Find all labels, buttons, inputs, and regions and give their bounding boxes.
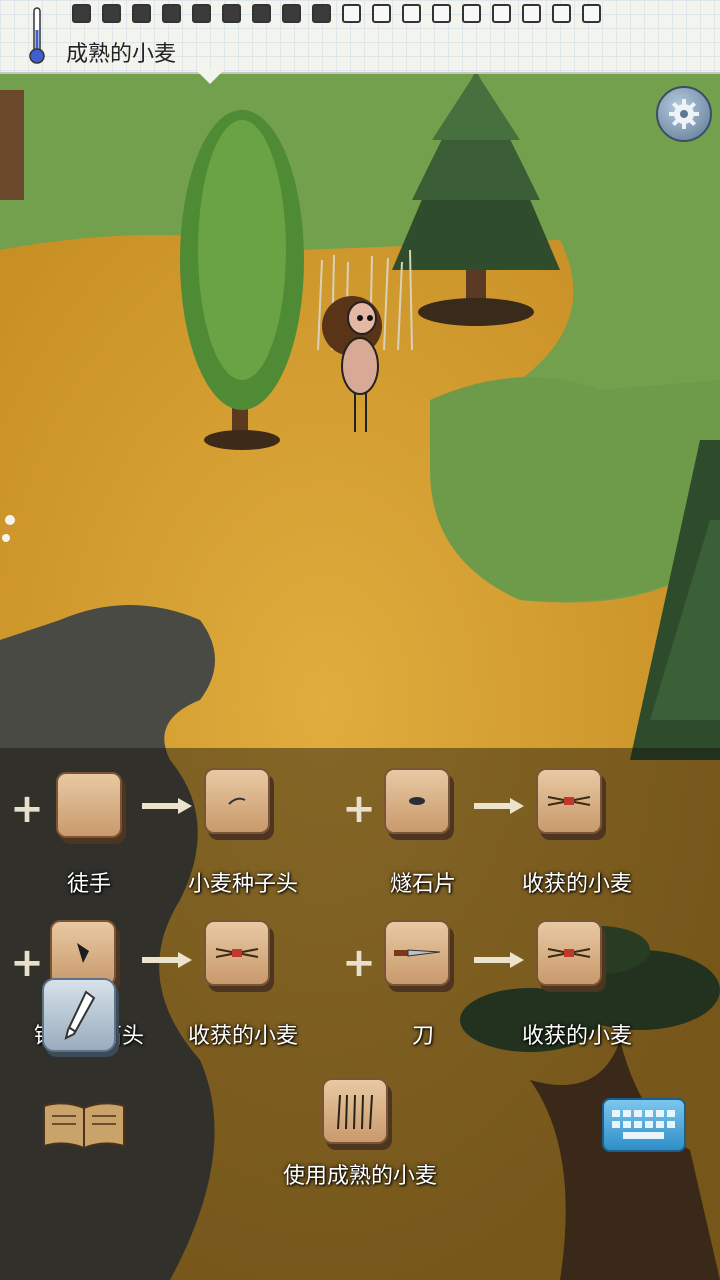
result-card-wheat-seed-head[interactable] (204, 768, 270, 834)
wheat-seed-head-icon (228, 797, 246, 805)
result-card-harvested-wheat[interactable] (204, 920, 270, 986)
pencil-icon (64, 990, 96, 1040)
arrow-right-icon (142, 798, 192, 814)
flint-chip-icon (409, 797, 425, 805)
tool-slot-empty (342, 4, 361, 23)
tool-card-empty-hand[interactable] (56, 772, 122, 838)
tool-slot-empty (522, 4, 541, 23)
thermometer-icon (29, 7, 45, 64)
tool-slot-empty (552, 4, 571, 23)
tool-card-flint-chip[interactable] (384, 768, 450, 834)
recipe-result-label: 收获的小麦 (187, 1024, 298, 1049)
tool-slots (72, 4, 601, 23)
plus-icon: + (10, 940, 44, 986)
recipe-result-label: 收获的小麦 (521, 872, 632, 897)
tool-slot-filled (72, 4, 91, 23)
settings-gear-button[interactable] (656, 86, 712, 142)
result-card-harvested-wheat[interactable] (536, 768, 602, 834)
hover-object-label: 成熟的小麦 (66, 42, 177, 67)
tool-slot-filled (252, 4, 271, 23)
tool-slot-empty (492, 4, 511, 23)
recipe-tool-label: 刀 (411, 1024, 434, 1049)
tree-top-left (0, 90, 24, 200)
tool-card-sharp-stone[interactable] (50, 920, 116, 986)
recipe-tool-label: 徒手 (66, 872, 111, 897)
harvested-wheat-icon (547, 948, 591, 958)
arrow-right-icon (142, 952, 192, 968)
sharp-stone-icon (77, 943, 89, 963)
recipe-tool-label: 燧石片 (389, 872, 456, 897)
use-action-label: 使用成熟的小麦 (282, 1164, 437, 1189)
tool-slot-empty (402, 4, 421, 23)
tool-slot-filled (102, 4, 121, 23)
tool-slot-filled (192, 4, 211, 23)
plus-icon: + (342, 940, 376, 986)
use-ripe-wheat-button[interactable] (322, 1078, 388, 1144)
top-hud: 成熟的小麦 (0, 0, 720, 74)
write-note-button[interactable] (42, 978, 116, 1052)
tool-slot-filled (132, 4, 151, 23)
tool-slot-empty (582, 4, 601, 23)
plus-icon: + (342, 786, 376, 832)
tool-slot-filled (162, 4, 181, 23)
knife-icon (394, 949, 441, 957)
result-card-harvested-wheat[interactable] (536, 920, 602, 986)
recipe-result-label: 收获的小麦 (521, 1024, 632, 1049)
speech-tail (196, 70, 224, 84)
tool-slot-empty (462, 4, 481, 23)
arrow-right-icon (474, 952, 524, 968)
ripe-wheat-icon (337, 1094, 373, 1130)
harvested-wheat-icon (215, 948, 259, 958)
keyboard-icon (612, 1110, 675, 1139)
plus-icon: + (10, 786, 44, 832)
keyboard-button[interactable] (602, 1098, 686, 1152)
book-icon[interactable] (40, 1098, 128, 1152)
tool-slot-filled (282, 4, 301, 23)
tool-slot-empty (372, 4, 391, 23)
tool-slot-filled (312, 4, 331, 23)
tool-card-knife[interactable] (384, 920, 450, 986)
harvested-wheat-icon (547, 796, 591, 806)
tool-slot-empty (432, 4, 451, 23)
recipe-result-label: 小麦种子头 (187, 872, 298, 897)
gear-icon (669, 99, 699, 129)
tool-slot-filled (222, 4, 241, 23)
arrow-right-icon (474, 798, 524, 814)
